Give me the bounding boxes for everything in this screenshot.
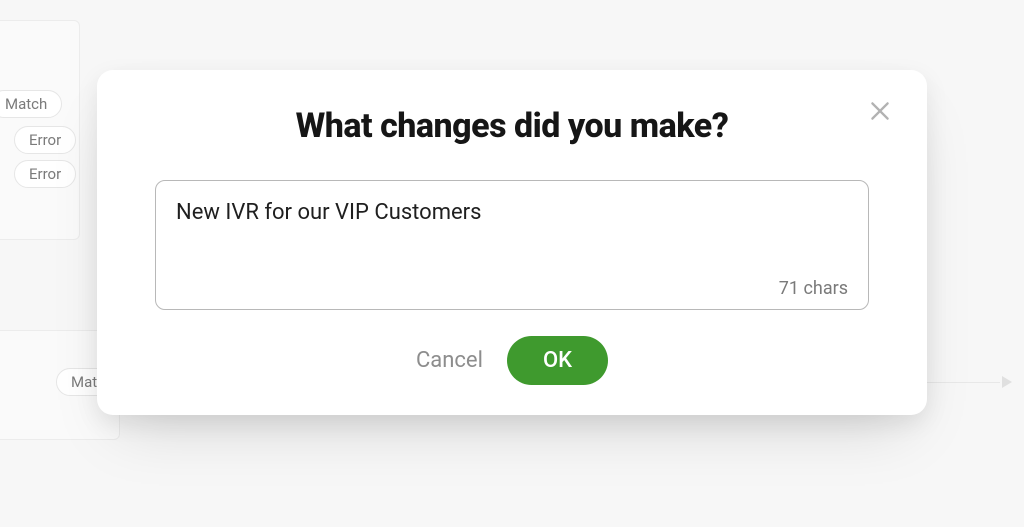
changes-textarea-wrap[interactable]: 71 chars	[155, 180, 869, 310]
cancel-button[interactable]: Cancel	[416, 348, 483, 373]
modal-actions: Cancel OK	[155, 336, 869, 385]
close-button[interactable]	[867, 98, 893, 128]
changes-modal: What changes did you make? 71 chars Canc…	[97, 70, 927, 415]
modal-title: What changes did you make?	[155, 106, 869, 146]
changes-textarea[interactable]	[176, 199, 848, 266]
char-counter: 71 chars	[779, 278, 848, 299]
close-icon	[867, 98, 893, 124]
modal-overlay: What changes did you make? 71 chars Canc…	[0, 0, 1024, 527]
ok-button[interactable]: OK	[507, 336, 608, 385]
